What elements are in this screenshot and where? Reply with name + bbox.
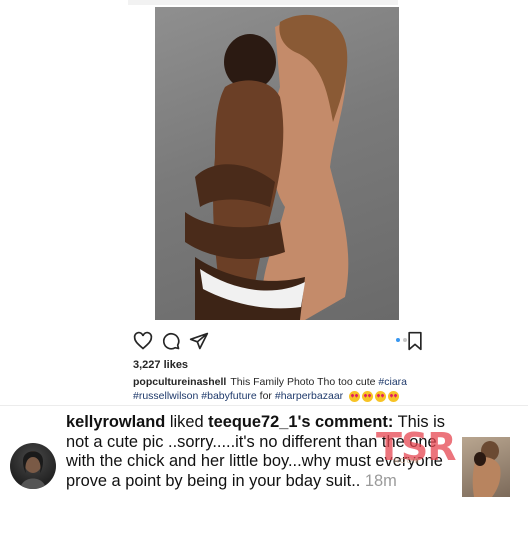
watermark-sub: ROOM [394,458,420,465]
hashtag[interactable]: #harperbazaar [275,390,343,402]
caption-word: for [259,390,272,402]
bookmark-icon[interactable] [404,330,426,352]
notif-user[interactable]: kellyrowland [66,413,165,431]
heart-eyes-emojis [349,390,400,402]
heart-eyes-emoji-icon [349,390,361,402]
hashtag[interactable]: #babyfuture [201,390,256,402]
post-photo[interactable] [155,7,399,320]
caption-username[interactable]: popcultureinashell [133,376,226,388]
notif-action: liked [169,413,204,431]
watermark-logo-text: TSR [376,425,457,469]
likes-count[interactable]: 3,227 likes [133,359,188,371]
top-strip [128,0,398,5]
notif-target-user[interactable]: teeque72_1 [208,413,297,431]
share-icon[interactable] [188,330,210,352]
notification-post-thumbnail[interactable] [462,437,510,497]
post-action-bar [128,328,428,354]
carousel-dot-active [396,338,400,342]
caption-text: This Family Photo Tho too cute [230,376,376,388]
hashtag[interactable]: #ciara [378,376,407,388]
post-caption: popcultureinashell This Family Photo Tho … [133,375,433,403]
hashtag[interactable]: #russellwilson [133,390,198,402]
heart-eyes-emoji-icon [362,390,374,402]
notif-time: 18m [364,471,397,490]
comment-icon[interactable] [160,330,182,352]
heart-eyes-emoji-icon [375,390,387,402]
divider [0,405,528,406]
watermark-logo: TSR ROOM [376,425,466,469]
avatar[interactable] [10,443,56,489]
heart-icon[interactable] [132,330,154,352]
heart-eyes-emoji-icon [388,390,400,402]
